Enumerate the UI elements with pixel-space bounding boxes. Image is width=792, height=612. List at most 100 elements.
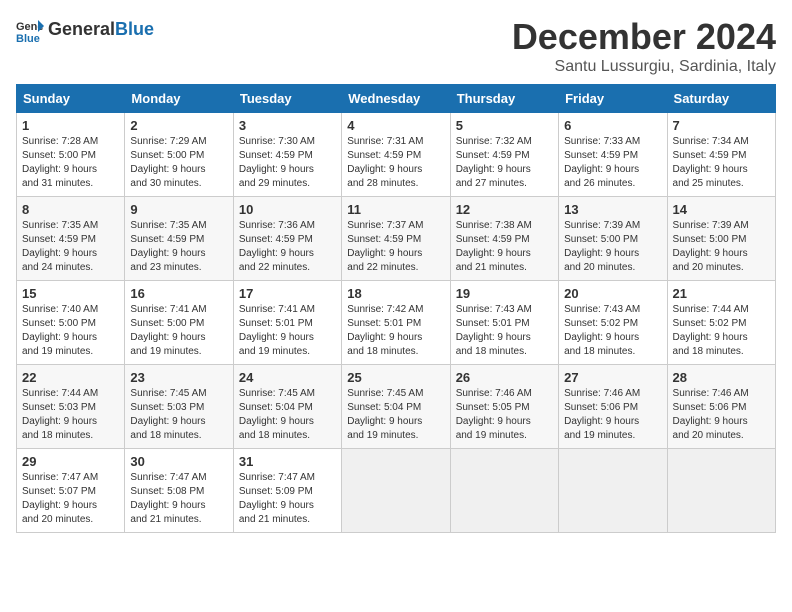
table-row bbox=[559, 449, 667, 533]
table-row bbox=[667, 449, 775, 533]
day-number: 28 bbox=[673, 370, 770, 385]
day-number: 29 bbox=[22, 454, 119, 469]
table-row: 29Sunrise: 7:47 AMSunset: 5:07 PMDayligh… bbox=[17, 449, 125, 533]
day-info: Sunrise: 7:46 AMSunset: 5:06 PMDaylight:… bbox=[673, 388, 749, 441]
day-number: 8 bbox=[22, 202, 119, 217]
title-area: December 2024 Santu Lussurgiu, Sardinia,… bbox=[512, 16, 776, 76]
logo: General Blue GeneralBlue bbox=[16, 16, 154, 44]
location-subtitle: Santu Lussurgiu, Sardinia, Italy bbox=[512, 58, 776, 76]
table-row: 17 Sunrise: 7:41 AMSunset: 5:01 PMDayligh… bbox=[233, 281, 341, 365]
table-row: 25Sunrise: 7:45 AMSunset: 5:04 PMDayligh… bbox=[342, 365, 450, 449]
day-number: 4 bbox=[347, 118, 444, 133]
calendar-row: 29Sunrise: 7:47 AMSunset: 5:07 PMDayligh… bbox=[17, 449, 776, 533]
day-number: 7 bbox=[673, 118, 770, 133]
day-info: Sunrise: 7:47 AMSunset: 5:09 PMDaylight:… bbox=[239, 472, 315, 525]
table-row: 21Sunrise: 7:44 AMSunset: 5:02 PMDayligh… bbox=[667, 281, 775, 365]
day-info: Sunrise: 7:28 AMSunset: 5:00 PMDaylight:… bbox=[22, 136, 98, 189]
table-row: 22 Sunrise: 7:44 AMSunset: 5:03 PMDayligh… bbox=[17, 365, 125, 449]
day-info: Sunrise: 7:35 AMSunset: 4:59 PMDaylight:… bbox=[22, 220, 98, 273]
table-row: 4 Sunrise: 7:31 AMSunset: 4:59 PMDaylight… bbox=[342, 113, 450, 197]
table-row: 10 Sunrise: 7:36 AMSunset: 4:59 PMDayligh… bbox=[233, 197, 341, 281]
header-sunday: Sunday bbox=[17, 85, 125, 113]
day-number: 26 bbox=[456, 370, 553, 385]
day-info: Sunrise: 7:45 AMSunset: 5:03 PMDaylight:… bbox=[130, 388, 206, 441]
table-row: 1 Sunrise: 7:28 AMSunset: 5:00 PMDaylight… bbox=[17, 113, 125, 197]
table-row: 3 Sunrise: 7:30 AMSunset: 4:59 PMDaylight… bbox=[233, 113, 341, 197]
day-number: 15 bbox=[22, 286, 119, 301]
table-row: 9 Sunrise: 7:35 AMSunset: 4:59 PMDaylight… bbox=[125, 197, 233, 281]
svg-text:Blue: Blue bbox=[16, 33, 40, 44]
table-row: 28 Sunrise: 7:46 AMSunset: 5:06 PMDayligh… bbox=[667, 365, 775, 449]
table-row bbox=[450, 449, 558, 533]
logo-icon: General Blue bbox=[16, 16, 44, 44]
table-row: 27 Sunrise: 7:46 AMSunset: 5:06 PMDayligh… bbox=[559, 365, 667, 449]
day-info: Sunrise: 7:35 AMSunset: 4:59 PMDaylight:… bbox=[130, 220, 206, 273]
table-row: 24Sunrise: 7:45 AMSunset: 5:04 PMDayligh… bbox=[233, 365, 341, 449]
table-row: 19Sunrise: 7:43 AMSunset: 5:01 PMDayligh… bbox=[450, 281, 558, 365]
day-info: Sunrise: 7:30 AMSunset: 4:59 PMDaylight:… bbox=[239, 136, 315, 189]
table-row: 16Sunrise: 7:41 AMSunset: 5:00 PMDayligh… bbox=[125, 281, 233, 365]
table-row: 18 Sunrise: 7:42 AMSunset: 5:01 PMDayligh… bbox=[342, 281, 450, 365]
page-header: General Blue GeneralBlue December 2024 S… bbox=[16, 16, 776, 76]
day-info: Sunrise: 7:34 AMSunset: 4:59 PMDaylight:… bbox=[673, 136, 749, 189]
day-number: 14 bbox=[673, 202, 770, 217]
day-number: 22 bbox=[22, 370, 119, 385]
day-info: Sunrise: 7:41 AMSunset: 5:01 PMDaylight:… bbox=[239, 304, 315, 357]
day-info: Sunrise: 7:32 AMSunset: 4:59 PMDaylight:… bbox=[456, 136, 532, 189]
day-number: 23 bbox=[130, 370, 227, 385]
day-info: Sunrise: 7:39 AMSunset: 5:00 PMDaylight:… bbox=[564, 220, 640, 273]
day-number: 3 bbox=[239, 118, 336, 133]
day-number: 13 bbox=[564, 202, 661, 217]
table-row: 11Sunrise: 7:37 AMSunset: 4:59 PMDayligh… bbox=[342, 197, 450, 281]
day-number: 6 bbox=[564, 118, 661, 133]
table-row: 13 Sunrise: 7:39 AMSunset: 5:00 PMDayligh… bbox=[559, 197, 667, 281]
month-title: December 2024 bbox=[512, 16, 776, 58]
day-info: Sunrise: 7:36 AMSunset: 4:59 PMDaylight:… bbox=[239, 220, 315, 273]
table-row: 20 Sunrise: 7:43 AMSunset: 5:02 PMDayligh… bbox=[559, 281, 667, 365]
calendar-table: Sunday Monday Tuesday Wednesday Thursday… bbox=[16, 84, 776, 533]
day-number: 16 bbox=[130, 286, 227, 301]
header-friday: Friday bbox=[559, 85, 667, 113]
day-info: Sunrise: 7:33 AMSunset: 4:59 PMDaylight:… bbox=[564, 136, 640, 189]
day-number: 24 bbox=[239, 370, 336, 385]
header-saturday: Saturday bbox=[667, 85, 775, 113]
day-number: 9 bbox=[130, 202, 227, 217]
day-number: 30 bbox=[130, 454, 227, 469]
day-number: 31 bbox=[239, 454, 336, 469]
day-number: 20 bbox=[564, 286, 661, 301]
table-row: 2Sunrise: 7:29 AMSunset: 5:00 PMDaylight… bbox=[125, 113, 233, 197]
day-info: Sunrise: 7:43 AMSunset: 5:02 PMDaylight:… bbox=[564, 304, 640, 357]
day-info: Sunrise: 7:44 AMSunset: 5:03 PMDaylight:… bbox=[22, 388, 98, 441]
table-row: 6 Sunrise: 7:33 AMSunset: 4:59 PMDaylight… bbox=[559, 113, 667, 197]
calendar-row: 8 Sunrise: 7:35 AMSunset: 4:59 PMDaylight… bbox=[17, 197, 776, 281]
weekday-header-row: Sunday Monday Tuesday Wednesday Thursday… bbox=[17, 85, 776, 113]
table-row: 31 Sunrise: 7:47 AMSunset: 5:09 PMDayligh… bbox=[233, 449, 341, 533]
header-monday: Monday bbox=[125, 85, 233, 113]
day-info: Sunrise: 7:47 AMSunset: 5:08 PMDaylight:… bbox=[130, 472, 206, 525]
table-row: 23 Sunrise: 7:45 AMSunset: 5:03 PMDayligh… bbox=[125, 365, 233, 449]
day-number: 5 bbox=[456, 118, 553, 133]
day-info: Sunrise: 7:39 AMSunset: 5:00 PMDaylight:… bbox=[673, 220, 749, 273]
day-number: 27 bbox=[564, 370, 661, 385]
day-info: Sunrise: 7:46 AMSunset: 5:06 PMDaylight:… bbox=[564, 388, 640, 441]
day-number: 19 bbox=[456, 286, 553, 301]
day-info: Sunrise: 7:40 AMSunset: 5:00 PMDaylight:… bbox=[22, 304, 98, 357]
header-thursday: Thursday bbox=[450, 85, 558, 113]
day-info: Sunrise: 7:37 AMSunset: 4:59 PMDaylight:… bbox=[347, 220, 423, 273]
day-info: Sunrise: 7:42 AMSunset: 5:01 PMDaylight:… bbox=[347, 304, 423, 357]
header-wednesday: Wednesday bbox=[342, 85, 450, 113]
day-number: 1 bbox=[22, 118, 119, 133]
day-number: 17 bbox=[239, 286, 336, 301]
calendar-row: 15 Sunrise: 7:40 AMSunset: 5:00 PMDayligh… bbox=[17, 281, 776, 365]
day-number: 18 bbox=[347, 286, 444, 301]
day-number: 2 bbox=[130, 118, 227, 133]
day-info: Sunrise: 7:45 AMSunset: 5:04 PMDaylight:… bbox=[347, 388, 423, 441]
day-info: Sunrise: 7:44 AMSunset: 5:02 PMDaylight:… bbox=[673, 304, 749, 357]
table-row: 12 Sunrise: 7:38 AMSunset: 4:59 PMDayligh… bbox=[450, 197, 558, 281]
day-number: 10 bbox=[239, 202, 336, 217]
day-number: 12 bbox=[456, 202, 553, 217]
day-info: Sunrise: 7:38 AMSunset: 4:59 PMDaylight:… bbox=[456, 220, 532, 273]
day-info: Sunrise: 7:46 AMSunset: 5:05 PMDaylight:… bbox=[456, 388, 532, 441]
day-info: Sunrise: 7:31 AMSunset: 4:59 PMDaylight:… bbox=[347, 136, 423, 189]
table-row bbox=[342, 449, 450, 533]
